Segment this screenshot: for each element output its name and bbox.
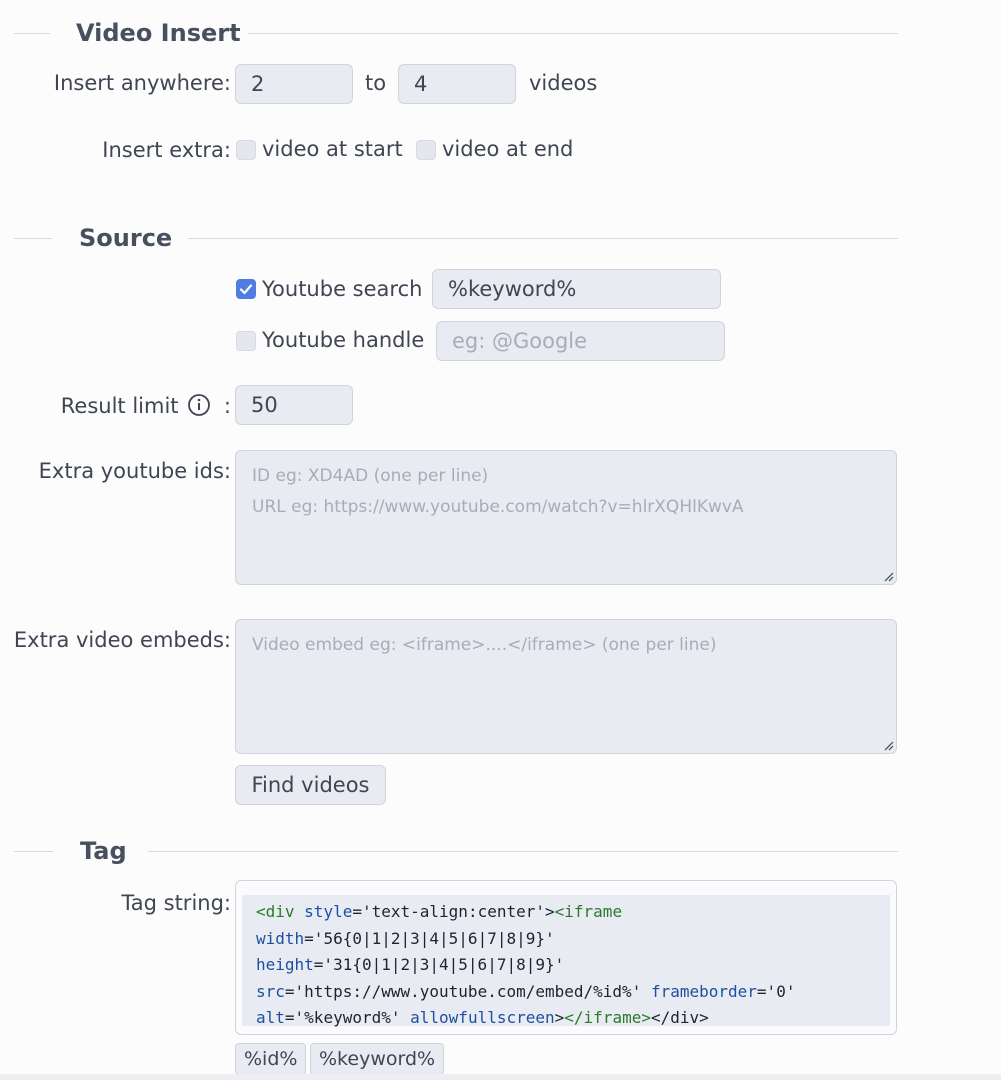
code-line: <div style='text-align:center'><iframe (256, 899, 876, 926)
extra-youtube-ids-textarea[interactable]: ID eg: XD4AD (one per line) URL eg: http… (235, 450, 897, 585)
code-token: ='0' (756, 981, 796, 1001)
video-at-start-checkbox[interactable] (236, 140, 256, 160)
divider (148, 851, 898, 852)
info-icon[interactable] (187, 393, 211, 417)
divider (14, 851, 53, 852)
code-token: frameborder (650, 981, 757, 1001)
to-label: to (365, 71, 387, 95)
resize-grip-icon[interactable] (882, 570, 894, 582)
result-limit-input[interactable]: 50 (235, 385, 353, 425)
code-token: > (554, 1008, 565, 1028)
placeholder-line: ID eg: XD4AD (one per line) (252, 466, 489, 486)
code-token: allowfullscreen (410, 1008, 555, 1028)
youtube-handle-input[interactable]: eg: @Google (436, 321, 725, 361)
extra-video-embeds-label: Extra video embeds: (13, 628, 231, 652)
section-header-source: Source (0, 218, 898, 258)
checkmark-icon (239, 284, 253, 295)
divider (14, 238, 52, 239)
insert-anywhere-label: Insert anywhere: (53, 71, 231, 95)
code-line: width='56{0|1|2|3|4|5|6|7|8|9}' (256, 926, 876, 953)
result-limit-label: Result limit : (60, 393, 231, 418)
code-line: src='https://www.youtube.com/embed/%id%'… (256, 979, 876, 1006)
tag-string-code[interactable]: <div style='text-align:center'><iframe wi… (242, 895, 890, 1027)
code-token: ='https://www.youtube.com/embed/%id%' (284, 981, 651, 1001)
placeholder-line: URL eg: https://www.youtube.com/watch?v=… (252, 497, 744, 517)
code-line: alt='%keyword%' allowfullscreen></iframe… (256, 1005, 876, 1032)
youtube-handle-label: Youtube handle (262, 328, 425, 352)
section-header-tag: Tag (0, 831, 898, 871)
code-token: <div (256, 902, 305, 921)
youtube-search-label: Youtube search (262, 277, 423, 301)
youtube-search-input[interactable]: %keyword% (432, 269, 721, 309)
videos-label: videos (529, 71, 598, 95)
insert-max-input[interactable]: 4 (398, 64, 516, 104)
extra-youtube-ids-label: Extra youtube ids: (38, 459, 231, 483)
code-token: height (256, 955, 314, 975)
code-token: ='%keyword%' (284, 1008, 411, 1028)
code-token: ='31{0|1|2|3|4|5|6|7|8|9}' (313, 955, 565, 975)
find-videos-button[interactable]: Find videos (235, 765, 386, 805)
code-token: width (256, 928, 305, 948)
video-at-end-label: video at end (442, 137, 574, 161)
extra-video-embeds-textarea[interactable]: Video embed eg: <iframe>....</iframe> (o… (235, 619, 897, 754)
horizontal-scrollbar[interactable] (0, 1074, 1001, 1080)
code-line: height='31{0|1|2|3|4|5|6|7|8|9}' (256, 952, 876, 979)
insert-min-input[interactable]: 2 (235, 64, 353, 104)
youtube-search-checkbox[interactable] (236, 279, 256, 299)
section-title: Tag (80, 837, 127, 865)
section-title: Source (79, 224, 173, 252)
code-token: alt (256, 1008, 285, 1028)
video-at-start-label: video at start (262, 137, 403, 161)
code-token: </div> (650, 1008, 709, 1028)
placeholder-line: Video embed eg: <iframe>....</iframe> (o… (252, 635, 717, 655)
insert-extra-label: Insert extra: (102, 138, 231, 162)
section-title: Video Insert (76, 19, 241, 47)
resize-grip-icon[interactable] (882, 739, 894, 751)
code-token: ='56{0|1|2|3|4|5|6|7|8|9}' (304, 928, 555, 948)
placeholder-chip-id[interactable]: %id% (235, 1043, 307, 1075)
divider (14, 33, 50, 34)
divider (188, 238, 898, 239)
code-token: src (256, 981, 285, 1001)
code-token: <iframe (554, 902, 623, 921)
code-token: </iframe> (564, 1008, 651, 1028)
video-at-end-checkbox[interactable] (416, 140, 436, 160)
placeholder-chip-keyword[interactable]: %keyword% (310, 1043, 445, 1075)
section-header-video-insert: Video Insert (0, 13, 898, 53)
code-token: style (304, 902, 353, 921)
code-token: ='text-align:center'> (352, 902, 555, 921)
tag-string-label: Tag string: (121, 891, 231, 915)
tag-string-editor[interactable]: <div style='text-align:center'><iframe wi… (235, 880, 897, 1035)
divider (248, 33, 898, 34)
youtube-handle-checkbox[interactable] (236, 331, 256, 351)
